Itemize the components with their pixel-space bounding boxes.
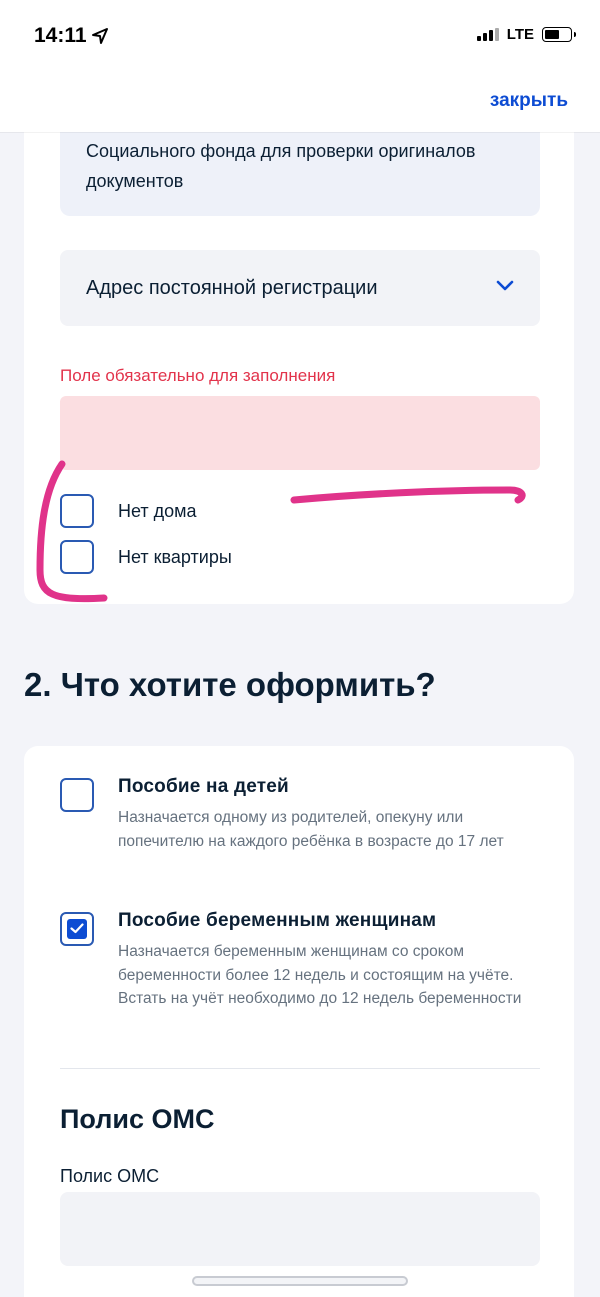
- address-card: Социального фонда для проверки оригинало…: [24, 110, 574, 604]
- checkbox-label: Нет дома: [118, 500, 197, 521]
- no-house-checkbox[interactable]: [60, 494, 94, 528]
- address-type-select[interactable]: Адрес постоянной регистрации: [60, 250, 540, 326]
- battery-icon: [542, 27, 576, 42]
- close-button[interactable]: закрыть: [490, 90, 568, 112]
- no-house-checkbox-row[interactable]: Нет дома: [60, 494, 197, 528]
- oms-input[interactable]: [60, 1192, 540, 1266]
- option-description: Назначается беременным женщинам со сроко…: [118, 943, 522, 1007]
- chevron-down-icon: [496, 280, 514, 291]
- option-description: Назначается одному из родителей, опекуну…: [118, 809, 504, 850]
- no-apartment-checkbox[interactable]: [60, 540, 94, 574]
- no-apartment-checkbox-row[interactable]: Нет квартиры: [60, 540, 232, 574]
- benefit-checkbox-children[interactable]: [60, 778, 94, 812]
- oms-field-label: Полис ОМС: [60, 1166, 160, 1186]
- option-title: Пособие на детей: [118, 776, 289, 797]
- option-title: Пособие беременным женщинам: [118, 910, 437, 931]
- select-label: Адрес постоянной регистрации: [86, 276, 378, 299]
- oms-heading: Полис ОМС: [60, 1104, 215, 1134]
- benefits-card: Пособие на детей Назначается одному из р…: [24, 746, 574, 1297]
- status-indicators: LTE: [476, 26, 576, 43]
- status-time: 14:11: [34, 24, 109, 48]
- address-input[interactable]: [60, 396, 540, 470]
- check-icon: [70, 923, 84, 934]
- benefit-checkbox-pregnant[interactable]: [60, 912, 94, 946]
- checkbox-label: Нет квартиры: [118, 546, 232, 567]
- time-text: 14:11: [34, 24, 87, 47]
- error-message: Поле обязательно для заполнения: [60, 366, 336, 385]
- section-title: 2. Что хотите оформить?: [24, 666, 436, 703]
- divider: [60, 1068, 540, 1069]
- location-arrow-icon: [91, 28, 108, 44]
- signal-icon: [476, 28, 499, 41]
- top-bar: 14:11 LTE закрыть: [0, 0, 600, 132]
- network-label: LTE: [506, 26, 534, 43]
- home-indicator[interactable]: [192, 1276, 408, 1286]
